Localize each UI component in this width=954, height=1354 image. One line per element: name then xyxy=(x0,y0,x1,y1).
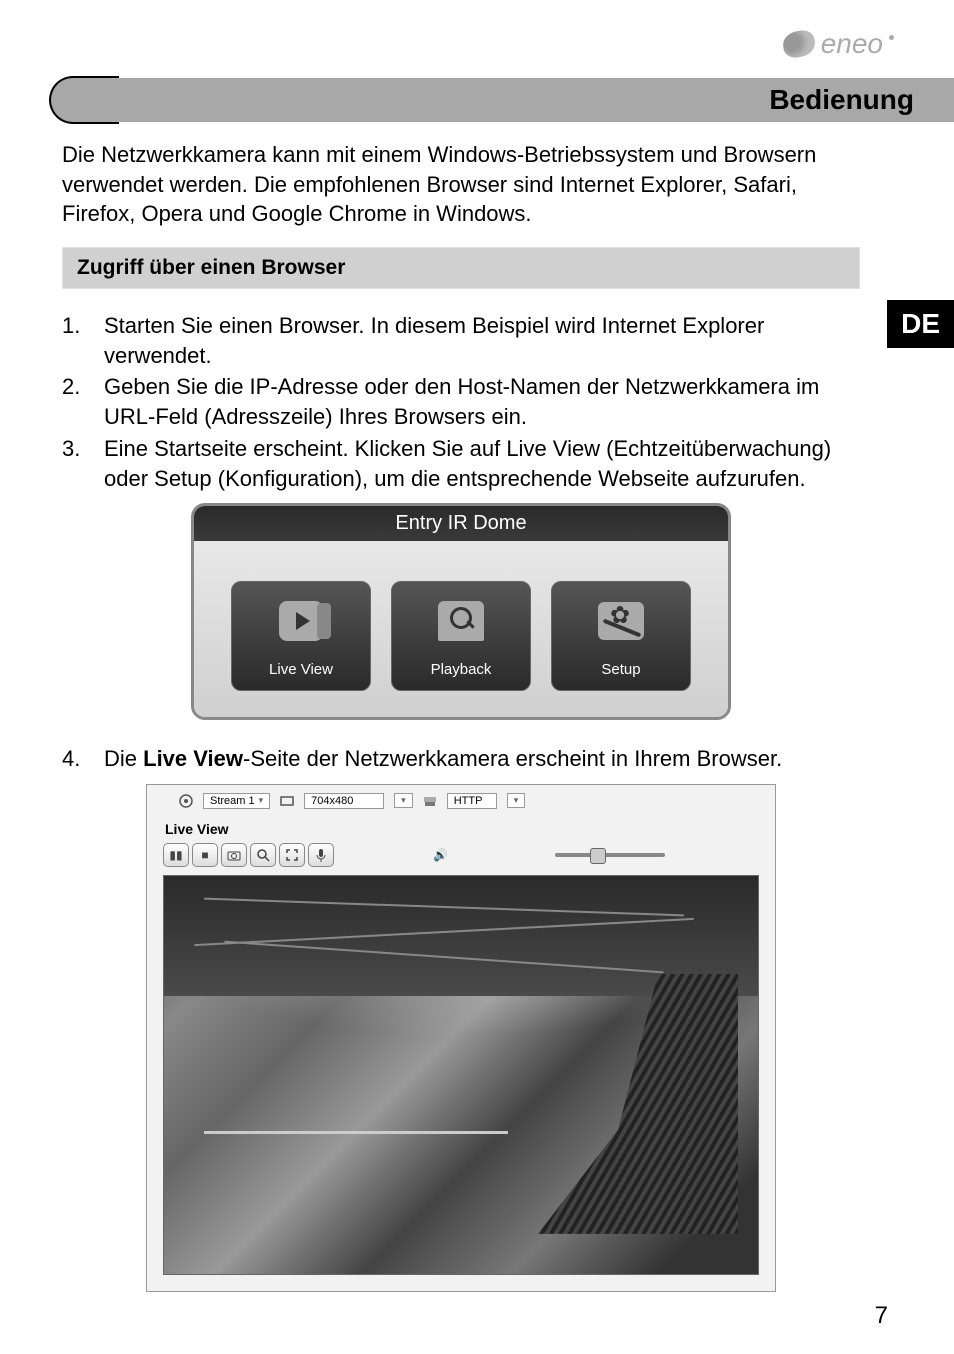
page-number: 7 xyxy=(875,1302,888,1330)
step-4: 4. Die Live View-Seite der Netzwerkkamer… xyxy=(62,744,860,774)
snapshot-button[interactable] xyxy=(221,843,247,867)
fullscreen-button[interactable] xyxy=(279,843,305,867)
resolution-select[interactable]: 704x480 xyxy=(304,793,384,809)
live-view-toolbar: Stream 1 ▾ 704x480 ▾ HTTP ▾ xyxy=(149,787,773,815)
figure-live-view: Stream 1 ▾ 704x480 ▾ HTTP ▾ Live View xyxy=(146,784,776,1292)
tile-playback[interactable]: Playback xyxy=(391,581,531,691)
live-view-icon xyxy=(275,600,327,642)
chevron-down-icon: ▾ xyxy=(401,795,406,806)
resolution-icon xyxy=(280,794,294,808)
playback-icon xyxy=(435,600,487,642)
step-4-bold: Live View xyxy=(143,746,243,771)
figure1-tiles: Live View Playback Setup xyxy=(194,541,728,717)
pause-button[interactable]: ▮▮ xyxy=(163,843,189,867)
section-header-bar: Bedienung xyxy=(50,78,954,122)
mic-button[interactable] xyxy=(308,843,334,867)
subsection-header: Zugriff über einen Browser xyxy=(62,247,860,289)
step-3-number: 3. xyxy=(62,434,104,493)
step-3: 3. Eine Startseite erscheint. Klicken Si… xyxy=(62,434,860,493)
zoom-button[interactable] xyxy=(250,843,276,867)
camera-icon xyxy=(227,849,241,861)
stream-select-value: Stream 1 xyxy=(210,795,255,807)
step-2-text: Geben Sie die IP-Adresse oder den Host-N… xyxy=(104,372,860,431)
step-3-text: Eine Startseite erscheint. Klicken Sie a… xyxy=(104,434,860,493)
step-4-text: Die Live View-Seite der Netzwerkkamera e… xyxy=(104,744,860,774)
live-view-caption: Live View xyxy=(149,815,773,839)
step-4-number: 4. xyxy=(62,744,104,774)
steps-list: 1. Starten Sie einen Browser. In diesem … xyxy=(62,311,860,493)
speaker-icon: 🔊 xyxy=(433,848,448,862)
brand-swirl-icon xyxy=(781,28,817,59)
brand-dot-icon xyxy=(889,35,894,40)
mic-icon xyxy=(315,848,327,862)
figure-start-page: Entry IR Dome Live View Playback Setup xyxy=(191,503,731,720)
brand-logo: eneo xyxy=(783,28,894,60)
live-view-video xyxy=(163,875,759,1275)
stream-select[interactable]: Stream 1 ▾ xyxy=(203,793,270,809)
resolution-select-value: 704x480 xyxy=(311,795,353,807)
page-content: Die Netzwerkkamera kann mit einem Window… xyxy=(62,140,860,1292)
header-tab-shape xyxy=(49,76,119,124)
tile-live-view[interactable]: Live View xyxy=(231,581,371,691)
volume-slider[interactable] xyxy=(555,853,665,857)
setup-icon xyxy=(595,600,647,642)
protocol-select[interactable]: HTTP xyxy=(447,793,497,809)
step-1-text: Starten Sie einen Browser. In diesem Bei… xyxy=(104,311,860,370)
step-4-pre: Die xyxy=(104,746,143,771)
intro-paragraph: Die Netzwerkkamera kann mit einem Window… xyxy=(62,140,860,229)
protocol-icon xyxy=(423,794,437,808)
section-title: Bedienung xyxy=(769,84,914,116)
fullscreen-icon xyxy=(285,848,299,862)
figure1-title: Entry IR Dome xyxy=(194,506,728,541)
steps-list-continued: 4. Die Live View-Seite der Netzwerkkamer… xyxy=(62,744,860,774)
step-1: 1. Starten Sie einen Browser. In diesem … xyxy=(62,311,860,370)
tile-live-view-label: Live View xyxy=(269,661,333,678)
step-2: 2. Geben Sie die IP-Adresse oder den Hos… xyxy=(62,372,860,431)
step-1-number: 1. xyxy=(62,311,104,370)
chevron-down-icon: ▾ xyxy=(259,795,264,806)
protocol-dropdown-arrow[interactable]: ▾ xyxy=(507,793,526,808)
stop-button[interactable]: ■ xyxy=(192,843,218,867)
stream-icon xyxy=(179,794,193,808)
brand-name: eneo xyxy=(821,28,883,60)
tile-setup[interactable]: Setup xyxy=(551,581,691,691)
step-2-number: 2. xyxy=(62,372,104,431)
live-view-controls: ▮▮ ■ 🔊 xyxy=(149,839,773,875)
chevron-down-icon: ▾ xyxy=(514,795,519,806)
resolution-dropdown-arrow[interactable]: ▾ xyxy=(394,793,413,808)
step-4-post: -Seite der Netzwerkkamera erscheint in I… xyxy=(243,746,782,771)
language-tab: DE xyxy=(887,300,954,348)
tile-playback-label: Playback xyxy=(431,661,492,678)
protocol-select-value: HTTP xyxy=(454,795,483,807)
magnifier-icon xyxy=(256,848,270,862)
tile-setup-label: Setup xyxy=(601,661,640,678)
